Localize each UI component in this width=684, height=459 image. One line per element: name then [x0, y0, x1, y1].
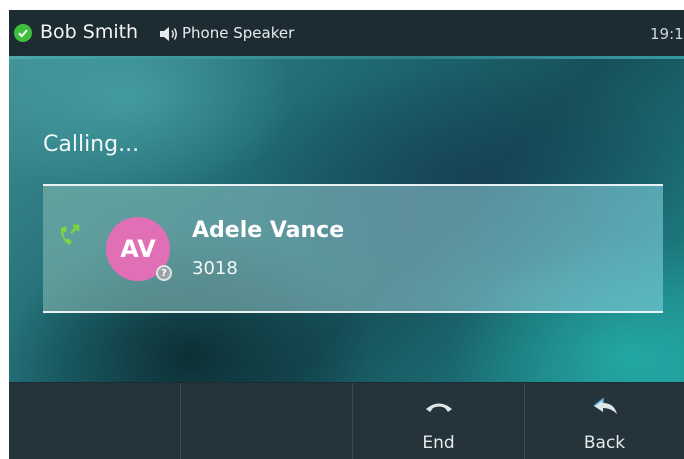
back-arrow-icon [593, 397, 617, 414]
end-call-label: End [422, 433, 455, 453]
unknown-presence-icon: ? [156, 265, 172, 281]
active-call-card[interactable]: AV ? Adele Vance 3018 [43, 184, 663, 313]
contact-number: 3018 [192, 258, 238, 279]
speaker-icon [160, 27, 177, 41]
presence-available-icon [14, 24, 32, 42]
audio-mode-label: Phone Speaker [182, 24, 295, 42]
end-call-icon [425, 403, 452, 412]
outgoing-call-icon [60, 224, 80, 245]
header-divider [9, 56, 684, 59]
softkey-bar: End Back [9, 383, 684, 459]
end-call-button[interactable]: End [353, 383, 525, 459]
status-bar: Bob Smith Phone Speaker 19:1 [9, 10, 684, 56]
phone-screen: Bob Smith Phone Speaker 19:1 Calling... … [9, 10, 684, 459]
back-label: Back [583, 433, 626, 453]
contact-name: Adele Vance [192, 218, 345, 243]
back-button[interactable]: Back [525, 383, 684, 459]
avatar-initials: AV [120, 235, 156, 263]
clock: 19:1 [650, 25, 684, 43]
user-name: Bob Smith [40, 21, 139, 43]
softkey-2[interactable] [181, 383, 353, 459]
presence-badge-glyph: ? [161, 267, 167, 279]
call-state-label: Calling... [43, 132, 140, 157]
softkey-1[interactable] [9, 383, 181, 459]
